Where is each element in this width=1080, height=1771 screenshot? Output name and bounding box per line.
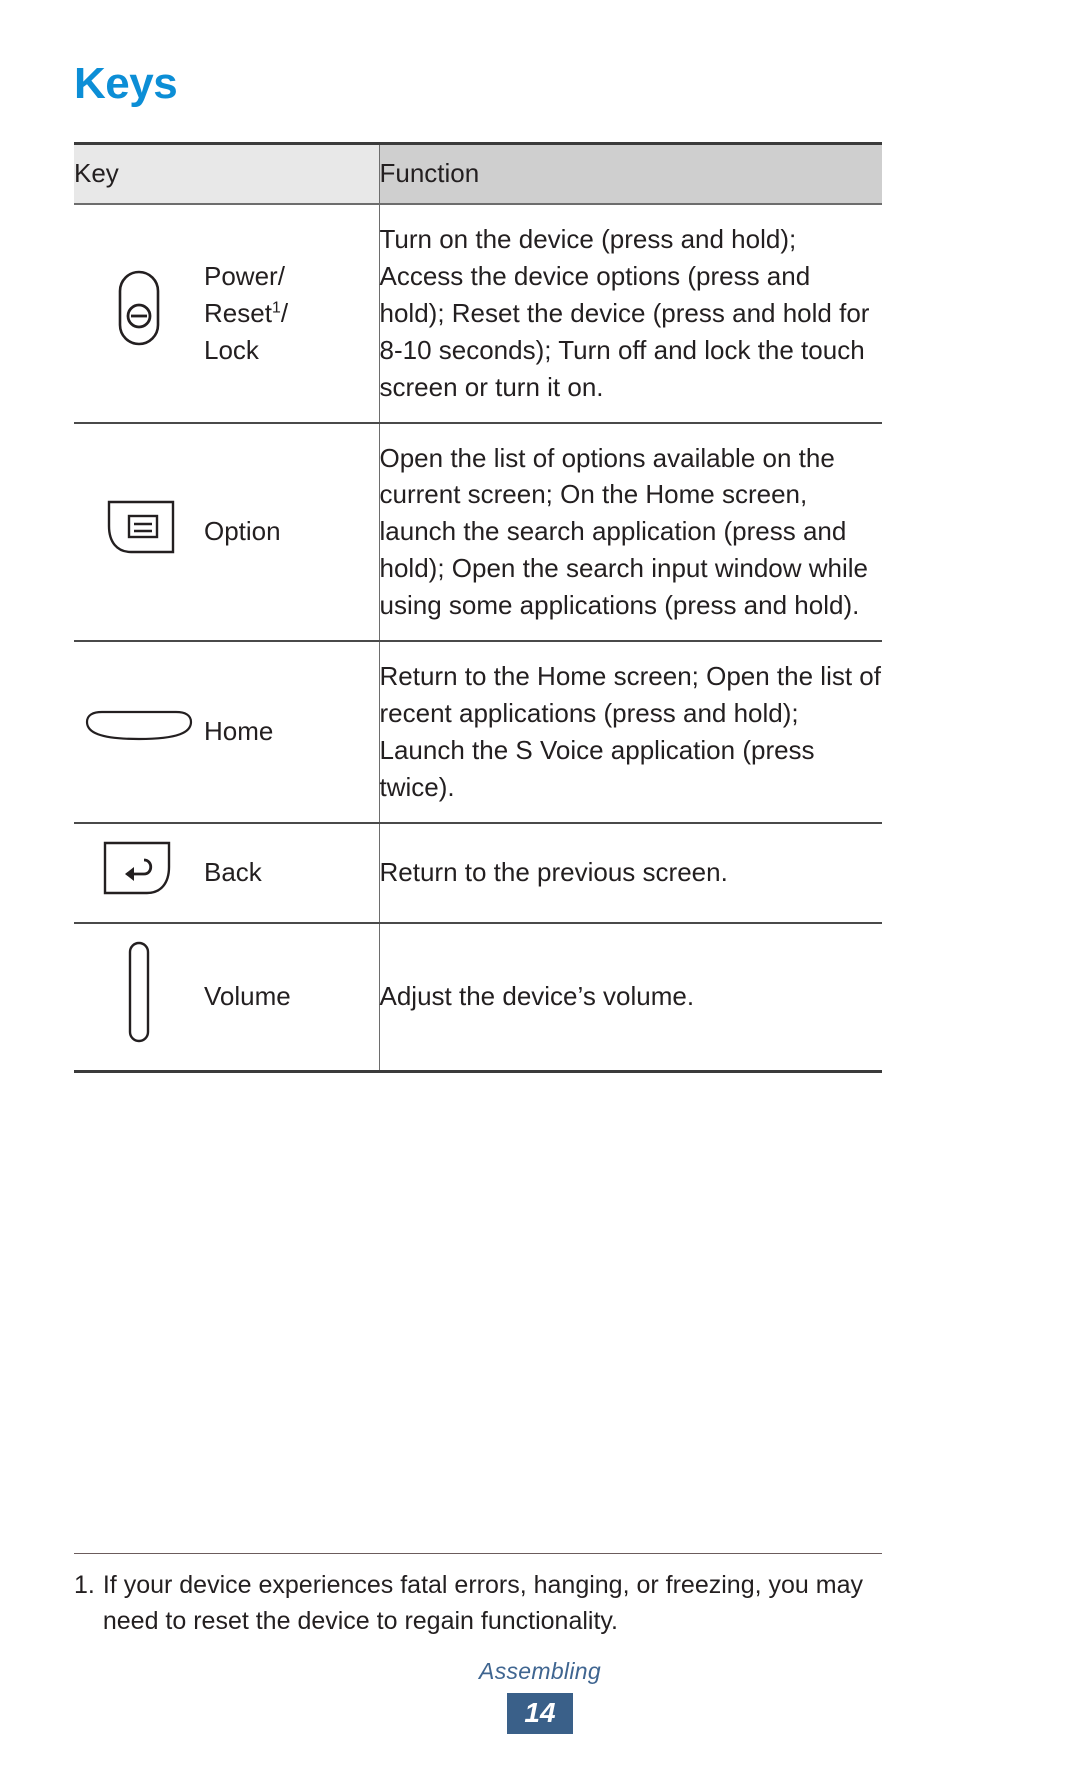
footnote-text: If your device experiences fatal errors,… bbox=[102, 1571, 863, 1635]
key-function: Turn on the device (press and hold); Acc… bbox=[378, 204, 882, 424]
key-function: Open the list of options available on th… bbox=[378, 422, 882, 643]
column-header-key: Key bbox=[74, 142, 204, 205]
table-row: Volume Adjust the device’s volume. bbox=[74, 922, 882, 1073]
table-header: Key Function bbox=[74, 142, 882, 205]
table-row: Option Open the list of options availabl… bbox=[74, 422, 882, 643]
key-label: Volume bbox=[204, 922, 379, 1073]
keys-table: Key Function Power/Reset1/ Lock Turn on … bbox=[74, 142, 882, 1073]
table-row: Home Return to the Home screen; Open the… bbox=[74, 641, 882, 824]
home-key-icon bbox=[84, 708, 194, 746]
key-icon-cell bbox=[74, 822, 204, 924]
table-header-row: Key Function bbox=[74, 142, 882, 205]
volume-key-icon bbox=[122, 940, 156, 1044]
key-label-text: Back bbox=[204, 857, 262, 888]
key-label: Option bbox=[204, 422, 379, 643]
table-row: Power/Reset1/Lock Turn on the device (pr… bbox=[74, 204, 882, 424]
power-key-icon bbox=[117, 269, 161, 347]
footer-section-label: Assembling bbox=[479, 1658, 601, 1684]
key-label: Home bbox=[204, 641, 379, 824]
key-label: Back bbox=[204, 822, 379, 924]
key-label-text: Home bbox=[204, 716, 274, 747]
table-row: Back Return to the previous screen. bbox=[74, 822, 882, 924]
option-key-icon bbox=[101, 499, 177, 555]
key-label-text: Volume bbox=[204, 981, 291, 1012]
key-icon-cell bbox=[74, 922, 204, 1073]
footnote: 1. If your device experiences fatal erro… bbox=[74, 1553, 882, 1639]
footnote-divider bbox=[74, 1553, 882, 1554]
document-page: Keys Key Function Power/ Reset1/ Lock Tu… bbox=[0, 0, 1080, 1771]
column-header-function: Function bbox=[378, 142, 882, 205]
key-icon-cell bbox=[74, 641, 204, 824]
key-label-text: Option bbox=[204, 516, 281, 547]
key-function: Return to the Home screen; Open the list… bbox=[378, 641, 882, 824]
page-title: Keys bbox=[74, 59, 178, 108]
key-icon-cell bbox=[74, 204, 204, 424]
key-icon-cell bbox=[74, 422, 204, 643]
key-label-text: Power/Reset1/Lock bbox=[204, 260, 289, 365]
page-footer: Assembling 14 bbox=[0, 1658, 1080, 1735]
key-label: Power/Reset1/Lock bbox=[204, 204, 379, 424]
footnote-number: 1. bbox=[74, 1571, 95, 1599]
back-key-icon bbox=[101, 840, 177, 896]
key-function: Adjust the device’s volume. bbox=[378, 922, 882, 1073]
column-header-key-spacer bbox=[204, 142, 379, 205]
page-number-badge: 14 bbox=[507, 1693, 573, 1735]
key-function: Return to the previous screen. bbox=[378, 822, 882, 924]
